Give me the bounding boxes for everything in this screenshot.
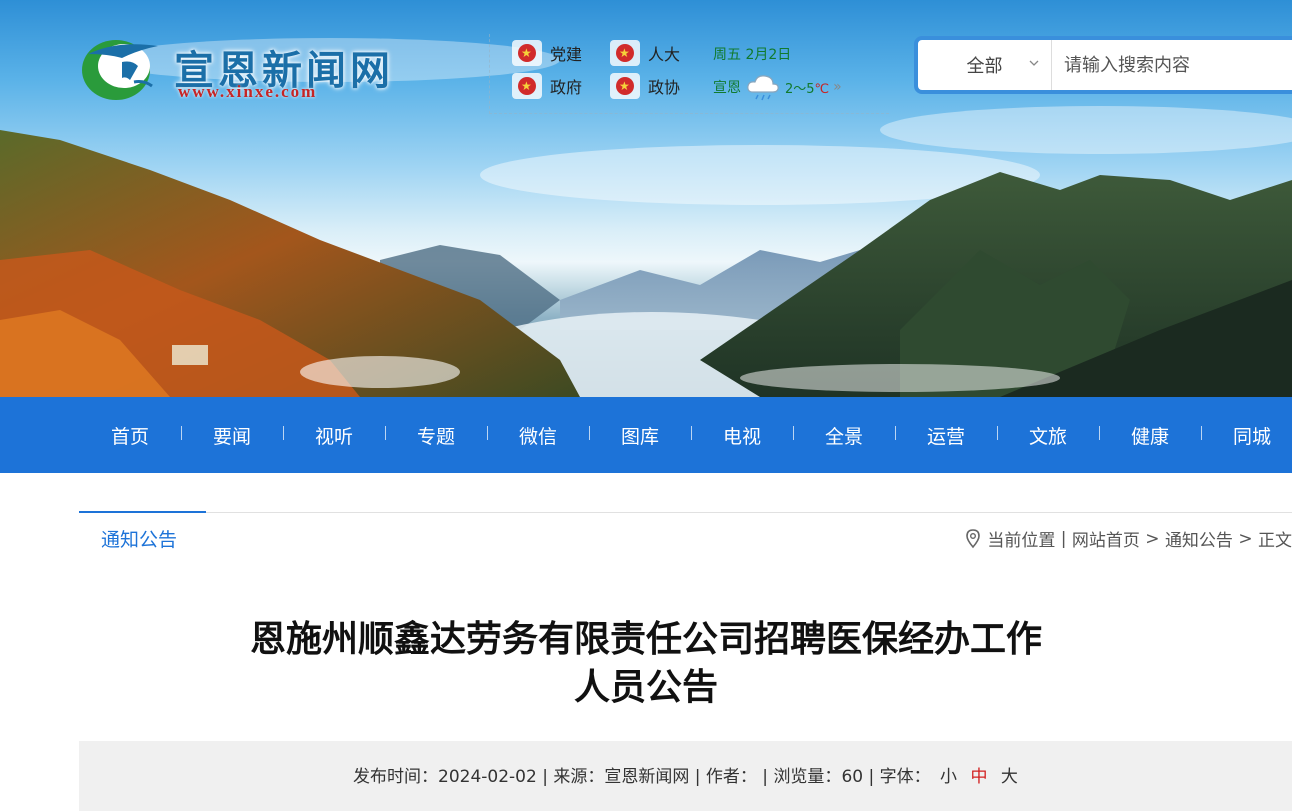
logo-url: www.xinxe.com	[178, 82, 318, 101]
site-logo[interactable]: 宣恩新闻网 www.xinxe.com	[78, 34, 418, 106]
breadcrumb-section-link[interactable]: 通知公告	[1165, 526, 1233, 551]
cppcc-emblem-icon	[610, 73, 640, 99]
header-banner: 宣恩新闻网 www.xinxe.com 党建 人大 政府 政协 周五 2月2日 …	[0, 0, 1292, 397]
article-title-line2: 人员公告	[573, 667, 718, 708]
main-nav: 首页 要闻 视听 专题 微信 图库 电视 全景 运营 文旅 健康 同城	[0, 397, 1292, 473]
search-scope-select[interactable]: 全部	[918, 40, 1052, 90]
meta-separator: |	[868, 767, 875, 787]
current-date: 周五 2月2日	[713, 47, 792, 63]
breadcrumb-prefix: 当前位置	[987, 531, 1056, 551]
nav-item-operations[interactable]: 运营	[895, 422, 997, 449]
article-meta: 发布时间：2024-02-02 | 来源：宣恩新闻网 | 作者： | 浏览量：6…	[79, 741, 1292, 811]
font-size-label: 字体：	[879, 767, 931, 787]
quick-links: 党建 人大 政府 政协 周五 2月2日 宣恩 2～5℃ »	[489, 34, 889, 114]
meta-separator: |	[694, 767, 701, 787]
nav-item-health[interactable]: 健康	[1099, 422, 1201, 449]
author-label: 作者：	[705, 767, 757, 787]
search-scope-label: 全部	[966, 56, 1003, 77]
nav-item-tourism[interactable]: 文旅	[997, 422, 1099, 449]
breadcrumb-separator: |	[1060, 528, 1067, 549]
source-value: 宣恩新闻网	[604, 767, 690, 787]
font-size-small-button[interactable]: 小	[940, 767, 957, 787]
quick-link-label: 党建	[550, 45, 583, 64]
source-label: 来源：	[553, 767, 605, 787]
breadcrumb-current: 正文	[1258, 531, 1292, 551]
weather-temp: 2～5℃	[785, 81, 830, 97]
font-size-medium-button[interactable]: 中	[970, 767, 987, 787]
national-emblem-icon	[512, 73, 542, 99]
chevron-down-icon	[1029, 60, 1039, 66]
location-pin-icon	[966, 528, 981, 548]
nav-item-tv[interactable]: 电视	[691, 422, 793, 449]
breadcrumb-home-link[interactable]: 网站首页	[1072, 526, 1140, 551]
party-emblem-icon	[512, 40, 542, 66]
weather-more-icon[interactable]: »	[833, 79, 842, 95]
quick-link-party[interactable]: 党建	[512, 40, 582, 66]
nav-item-topics[interactable]: 专题	[385, 422, 487, 449]
breadcrumb: 当前位置 | 网站首页 > 通知公告 > 正文	[965, 526, 1292, 551]
breadcrumb-arrow: >	[1238, 528, 1253, 549]
nav-item-media[interactable]: 视听	[283, 422, 385, 449]
nav-item-local[interactable]: 同城	[1201, 422, 1292, 449]
quick-link-label: 政协	[648, 78, 681, 97]
meta-separator: |	[762, 767, 769, 787]
national-emblem-icon	[610, 40, 640, 66]
weather-city: 宣恩	[713, 80, 741, 96]
views-count: 60	[841, 767, 864, 787]
breadcrumb-arrow: >	[1145, 528, 1160, 549]
meta-separator: |	[542, 767, 548, 787]
search-bar: 全部	[914, 36, 1292, 94]
font-size-large-button[interactable]: 大	[1001, 767, 1018, 787]
nav-item-news[interactable]: 要闻	[181, 422, 283, 449]
quick-link-npc[interactable]: 人大	[610, 40, 680, 66]
nav-item-gallery[interactable]: 图库	[589, 422, 691, 449]
quick-link-label: 政府	[550, 78, 583, 97]
weather-widget[interactable]: 宣恩 2～5℃ »	[713, 72, 842, 102]
nav-item-home[interactable]: 首页	[79, 422, 181, 449]
rain-cloud-icon	[747, 75, 779, 101]
section-tab[interactable]: 通知公告	[79, 511, 206, 561]
quick-link-cppcc[interactable]: 政协	[610, 73, 680, 99]
publish-label: 发布时间：	[353, 767, 438, 787]
search-input[interactable]	[1052, 40, 1292, 90]
article-title: 恩施州顺鑫达劳务有限责任公司招聘医保经办工作 人员公告	[200, 616, 1092, 712]
publish-date: 2024-02-02	[438, 767, 537, 787]
logo-mark-icon	[82, 40, 158, 100]
section-header: 通知公告 当前位置 | 网站首页 > 通知公告 > 正文	[79, 511, 1292, 562]
article-title-line1: 恩施州顺鑫达劳务有限责任公司招聘医保经办工作	[249, 619, 1042, 660]
nav-item-wechat[interactable]: 微信	[487, 422, 589, 449]
quick-link-label: 人大	[648, 45, 681, 64]
quick-link-government[interactable]: 政府	[512, 73, 582, 99]
views-label: 浏览量：	[773, 767, 842, 787]
nav-item-panorama[interactable]: 全景	[793, 422, 895, 449]
